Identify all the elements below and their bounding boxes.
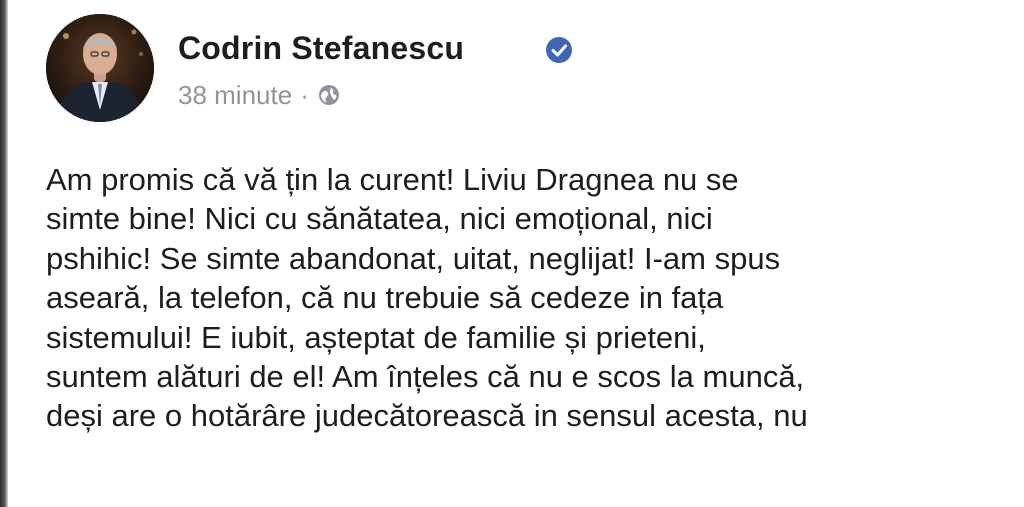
post-text-line: simte bine! Nici cu sănătatea, nici emoț…: [46, 201, 713, 237]
verified-badge-icon: [546, 37, 572, 63]
profile-photo-icon: [46, 14, 154, 122]
window-edge: [0, 0, 8, 507]
post-meta: 38 minute ·: [178, 80, 341, 110]
facebook-post-screenshot: Codrin Stefanescu 38 minute · Am promis …: [0, 0, 1024, 507]
post-text-line: sistemului! E iubit, așteptat de familie…: [46, 319, 706, 355]
author-name[interactable]: Codrin Stefanescu: [178, 30, 464, 67]
post-timestamp[interactable]: 38 minute: [178, 80, 292, 111]
globe-icon[interactable]: [317, 83, 341, 107]
meta-separator: ·: [300, 79, 309, 110]
post-text-line: suntem alături de el! Am înțeles că nu e…: [46, 358, 805, 394]
avatar[interactable]: [46, 14, 154, 122]
post-text-line: aseară, la telefon, că nu trebuie să ced…: [46, 280, 724, 316]
post-text-line: Am promis că vă țin la curent! Liviu Dra…: [46, 162, 739, 197]
post-text-line: pshihic! Se simte abandonat, uitat, negl…: [46, 240, 781, 276]
post-body: Am promis că vă țin la curent! Liviu Dra…: [46, 160, 1021, 436]
post-text-line: deși are o hotărâre judecătorească in se…: [46, 398, 808, 434]
